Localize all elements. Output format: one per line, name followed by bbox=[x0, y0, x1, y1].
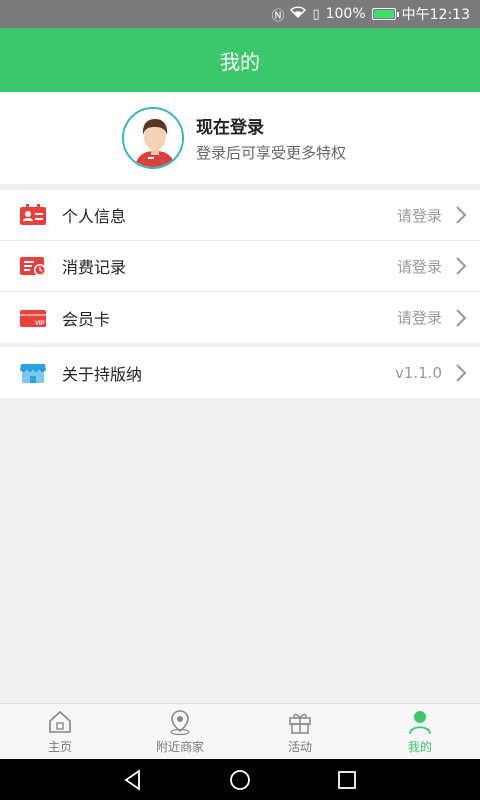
system-nav-bar bbox=[0, 759, 480, 800]
vip-card-icon: VIP bbox=[20, 309, 46, 327]
menu-label: 个人信息 bbox=[62, 207, 127, 226]
tab-home[interactable]: 主页 bbox=[0, 704, 120, 759]
tab-label: 活动 bbox=[287, 740, 312, 754]
tab-activity[interactable]: 活动 bbox=[240, 704, 360, 759]
about-menu: 关于持版纳 v1.1.0 bbox=[0, 347, 480, 398]
user-icon bbox=[409, 711, 431, 735]
menu-value: 请登录 bbox=[396, 309, 442, 327]
tab-label: 附近商家 bbox=[155, 740, 204, 754]
back-icon[interactable] bbox=[121, 768, 145, 792]
menu-value: 请登录 bbox=[396, 257, 442, 276]
chevron-right-icon bbox=[456, 308, 467, 327]
account-menu: 个人信息 请登录 消费记录 请登录 VIP 会员卡 请登录 bbox=[0, 190, 480, 343]
menu-item-about[interactable]: 关于持版纳 v1.1.0 bbox=[0, 347, 480, 398]
menu-value: 请登录 bbox=[396, 206, 442, 225]
gift-icon bbox=[289, 713, 311, 734]
home-button-icon[interactable] bbox=[228, 768, 252, 792]
bottom-tab-bar: 主页 附近商家 活动 我的 bbox=[0, 703, 480, 759]
header: 我的 bbox=[0, 28, 480, 92]
battery-icon bbox=[371, 8, 399, 20]
wifi-icon bbox=[290, 6, 307, 22]
menu-label: 关于持版纳 bbox=[62, 364, 143, 384]
battery-percent: 100% bbox=[325, 6, 366, 22]
menu-item-member-card[interactable]: VIP 会员卡 请登录 bbox=[0, 292, 480, 343]
menu-item-personal-info[interactable]: 个人信息 请登录 bbox=[0, 190, 480, 241]
chevron-right-icon bbox=[456, 206, 467, 224]
tab-label: 主页 bbox=[47, 740, 72, 754]
location-icon bbox=[170, 710, 190, 736]
recents-icon[interactable] bbox=[335, 768, 359, 792]
tab-label: 我的 bbox=[407, 740, 432, 754]
menu-item-consumption-record[interactable]: 消费记录 请登录 bbox=[0, 241, 480, 292]
avatar[interactable] bbox=[122, 107, 184, 169]
status-bar: Ⓝ ▯ 100% 中午12:13 bbox=[0, 0, 480, 28]
receipt-icon bbox=[20, 257, 46, 276]
version-value: v1.1.0 bbox=[394, 363, 442, 382]
login-card[interactable]: 现在登录 登录后可享受更多特权 bbox=[0, 92, 480, 184]
login-subtitle: 登录后可享受更多特权 bbox=[196, 144, 347, 162]
home-icon bbox=[49, 710, 71, 733]
id-card-icon bbox=[20, 204, 46, 225]
nfc-icon: Ⓝ bbox=[271, 8, 285, 24]
menu-label: 会员卡 bbox=[62, 309, 111, 329]
sim-icon: ▯ bbox=[312, 6, 320, 22]
tab-nearby[interactable]: 附近商家 bbox=[120, 704, 240, 759]
clock: 中午12:13 bbox=[401, 7, 470, 23]
svg-text:VIP: VIP bbox=[35, 321, 45, 327]
login-title[interactable]: 现在登录 bbox=[196, 113, 346, 138]
tab-mine[interactable]: 我的 bbox=[360, 704, 480, 759]
store-icon bbox=[20, 363, 46, 383]
page-title: 我的 bbox=[220, 49, 260, 74]
menu-label: 消费记录 bbox=[62, 258, 127, 277]
chevron-right-icon bbox=[456, 363, 467, 382]
chevron-right-icon bbox=[456, 257, 467, 275]
